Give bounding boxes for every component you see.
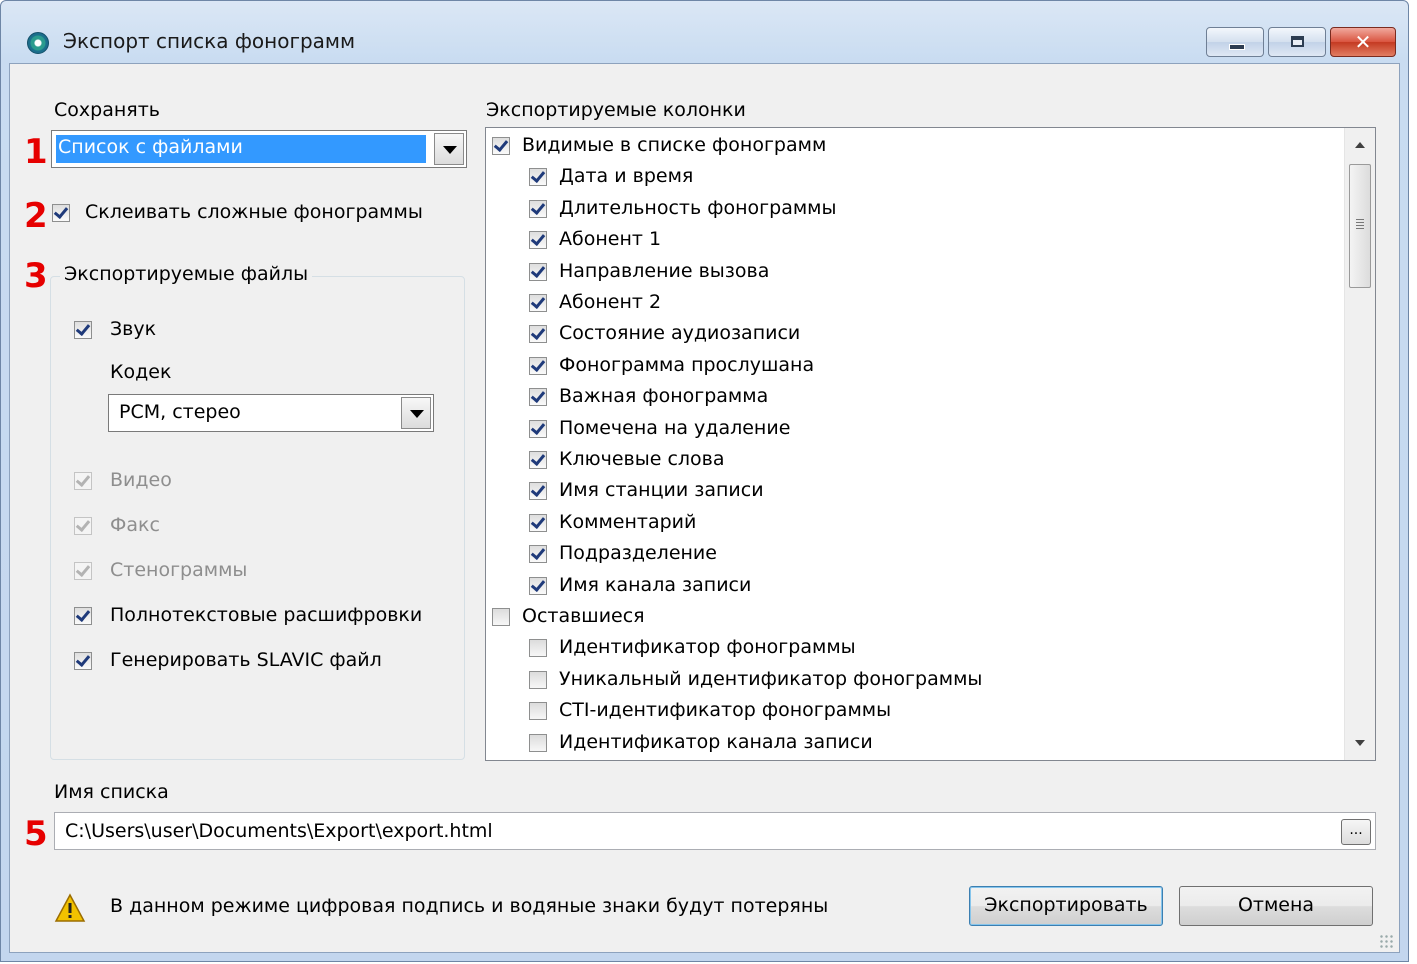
column-group-label: Оставшиеся xyxy=(522,605,645,627)
column-item-checkbox[interactable] xyxy=(529,702,547,721)
browse-button[interactable]: ... xyxy=(1341,819,1371,845)
close-icon: ✕ xyxy=(1354,30,1372,54)
sound-label: Звук xyxy=(110,318,157,340)
transcripts-checkbox[interactable] xyxy=(74,562,92,580)
cancel-button[interactable]: Отмена xyxy=(1179,886,1373,926)
list-name-input[interactable]: C:\Users\user\Documents\Export\export.ht… xyxy=(54,812,1376,850)
column-item-label: Абонент 1 xyxy=(559,228,662,251)
video-checkbox[interactable] xyxy=(74,472,92,490)
column-item-label: Имя станции записи xyxy=(559,479,764,502)
marker-3: 3 xyxy=(24,256,48,296)
column-item-checkbox[interactable] xyxy=(529,231,547,250)
slavic-label: Генерировать SLAVIC файл xyxy=(110,649,382,671)
maximize-icon xyxy=(1291,36,1304,47)
column-item-checkbox[interactable] xyxy=(529,670,547,689)
merge-label: Склеивать сложные фонограммы xyxy=(85,201,423,223)
column-item-checkbox[interactable] xyxy=(529,545,547,564)
slavic-checkbox[interactable] xyxy=(74,652,92,670)
marker-5: 5 xyxy=(24,814,48,854)
close-button[interactable]: ✕ xyxy=(1330,27,1396,57)
fulltext-checkbox[interactable] xyxy=(74,607,92,625)
column-item-label: Идентификатор фонограммы xyxy=(559,636,856,659)
marker-2: 2 xyxy=(24,196,48,236)
save-label: Сохранять xyxy=(54,99,160,121)
scroll-thumb[interactable] xyxy=(1349,164,1371,288)
merge-checkbox[interactable] xyxy=(52,204,70,222)
column-item-checkbox[interactable] xyxy=(529,356,547,375)
maximize-button[interactable] xyxy=(1268,27,1326,57)
save-mode-value: Список с файлами xyxy=(56,135,426,163)
column-item-label: Направление вызова xyxy=(559,259,770,282)
title-bar[interactable]: Экспорт списка фонограмм ✕ xyxy=(1,1,1408,63)
column-item-checkbox[interactable] xyxy=(529,388,547,407)
scroll-down-icon[interactable] xyxy=(1345,730,1375,760)
column-group-checkbox[interactable] xyxy=(492,137,510,155)
column-item-label: Длительность фонограммы xyxy=(559,196,837,219)
columns-label: Экспортируемые колонки xyxy=(486,99,746,121)
app-icon xyxy=(27,32,49,54)
scroll-up-icon[interactable] xyxy=(1345,128,1375,158)
marker-1: 1 xyxy=(24,132,48,172)
chevron-down-icon[interactable] xyxy=(434,133,464,165)
video-label: Видео xyxy=(110,469,172,491)
column-item-label: Подразделение xyxy=(559,542,717,565)
save-mode-select[interactable]: Список с файлами xyxy=(51,130,467,168)
chevron-down-icon[interactable] xyxy=(401,397,431,429)
sound-checkbox[interactable] xyxy=(74,321,92,339)
column-item-checkbox[interactable] xyxy=(529,325,547,344)
fax-checkbox[interactable] xyxy=(74,517,92,535)
column-item-label: Комментарий xyxy=(559,510,697,533)
column-item-checkbox[interactable] xyxy=(529,168,547,187)
column-item-checkbox[interactable] xyxy=(529,199,547,218)
column-item-label: Уникальный идентификатор фонограммы xyxy=(559,667,983,690)
column-group-checkbox[interactable] xyxy=(492,608,510,626)
columns-tree[interactable]: Видимые в списке фонограмм Дата и время Дл… xyxy=(485,127,1376,761)
window-title: Экспорт списка фонограмм xyxy=(63,29,356,53)
column-item-label: Важная фонограмма xyxy=(559,385,769,408)
column-item-label: Ключевые слова xyxy=(559,448,725,470)
list-name-value: C:\Users\user\Documents\Export\export.ht… xyxy=(65,820,493,842)
column-item-checkbox[interactable] xyxy=(529,513,547,532)
column-group-label: Видимые в списке фонограмм xyxy=(522,134,827,156)
fax-label: Факс xyxy=(110,514,160,536)
column-item-label: Абонент 2 xyxy=(559,291,662,313)
column-item-checkbox[interactable] xyxy=(529,262,547,281)
warning-text: В данном режиме цифровая подпись и водян… xyxy=(110,895,829,917)
transcripts-label: Стенограммы xyxy=(110,559,248,581)
column-item-checkbox[interactable] xyxy=(529,639,547,658)
column-item-label: Дата и время xyxy=(559,165,694,188)
column-item-checkbox[interactable] xyxy=(529,451,547,469)
minimize-button[interactable] xyxy=(1206,27,1264,57)
column-item-checkbox[interactable] xyxy=(529,482,547,501)
codec-select[interactable]: PCM, стерео xyxy=(108,394,434,432)
column-item-label: Имя канала записи xyxy=(559,573,752,596)
fulltext-label: Полнотекстовые расшифровки xyxy=(110,604,423,626)
column-item-checkbox[interactable] xyxy=(529,733,547,752)
export-button[interactable]: Экспортировать xyxy=(969,886,1163,926)
exported-files-label: Экспортируемые файлы xyxy=(60,263,313,285)
resize-grip-icon[interactable] xyxy=(1379,934,1393,948)
columns-scrollbar[interactable] xyxy=(1344,128,1375,760)
codec-value: PCM, стерео xyxy=(119,401,241,423)
column-item-label: Идентификатор канала записи xyxy=(559,730,873,753)
column-item-checkbox[interactable] xyxy=(529,294,547,312)
minimize-icon xyxy=(1229,44,1245,50)
column-item-checkbox[interactable] xyxy=(529,419,547,438)
column-item-checkbox[interactable] xyxy=(529,576,547,595)
column-item-label: CTI-идентификатор фонограммы xyxy=(559,699,892,722)
column-item-label: Помечена на удаление xyxy=(559,416,791,439)
grip-icon xyxy=(1356,219,1364,229)
column-item-label: Фонограмма прослушана xyxy=(559,353,815,376)
codec-label: Кодек xyxy=(110,361,172,383)
export-dialog: Экспорт списка фонограмм ✕ 1 2 3 4 5 Сох… xyxy=(0,0,1409,962)
dialog-body: 1 2 3 4 5 Сохранять Список с файлами Скл… xyxy=(9,63,1400,953)
column-item-label: Состояние аудиозаписи xyxy=(559,322,801,345)
warning-icon xyxy=(54,893,86,922)
list-name-label: Имя списка xyxy=(54,781,169,803)
